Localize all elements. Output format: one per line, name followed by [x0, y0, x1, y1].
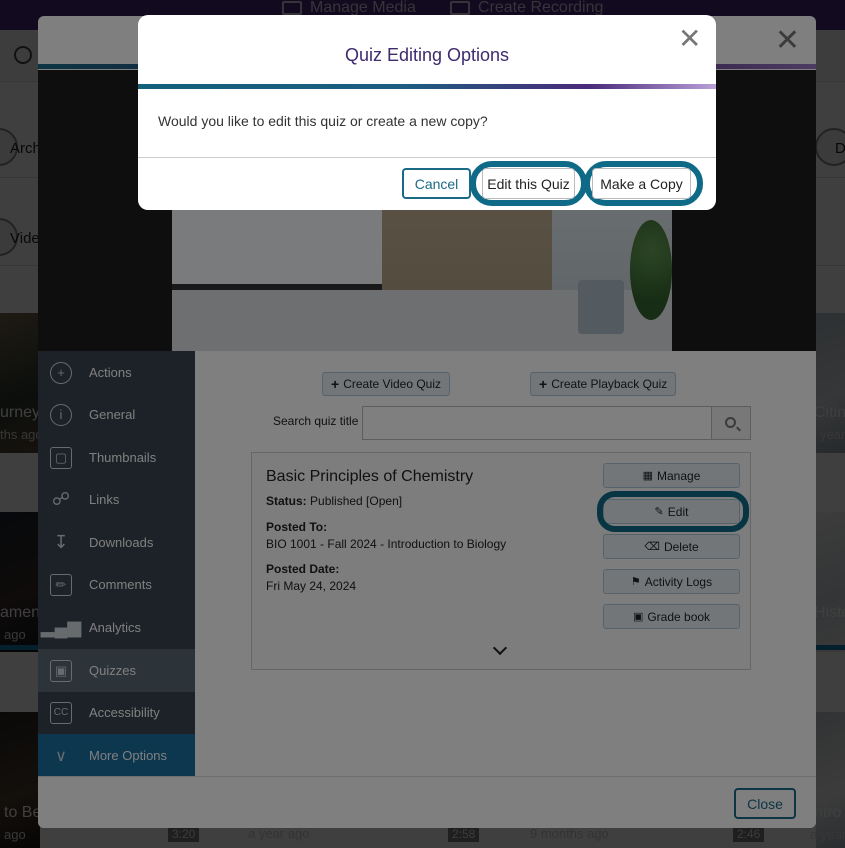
cancel-button[interactable]: Cancel [402, 168, 471, 199]
close-icon[interactable]: ✕ [678, 25, 701, 53]
edit-this-quiz-button[interactable]: Edit this Quiz [482, 168, 575, 199]
make-a-copy-button[interactable]: Make a Copy [592, 168, 691, 199]
quiz-editing-dialog: Quiz Editing Options ✕ Would you like to… [138, 15, 716, 210]
dialog-accent-bar [138, 84, 716, 89]
dialog-divider [138, 157, 716, 158]
dialog-message: Would you like to edit this quiz or crea… [158, 113, 488, 129]
dialog-title: Quiz Editing Options [344, 45, 510, 65]
